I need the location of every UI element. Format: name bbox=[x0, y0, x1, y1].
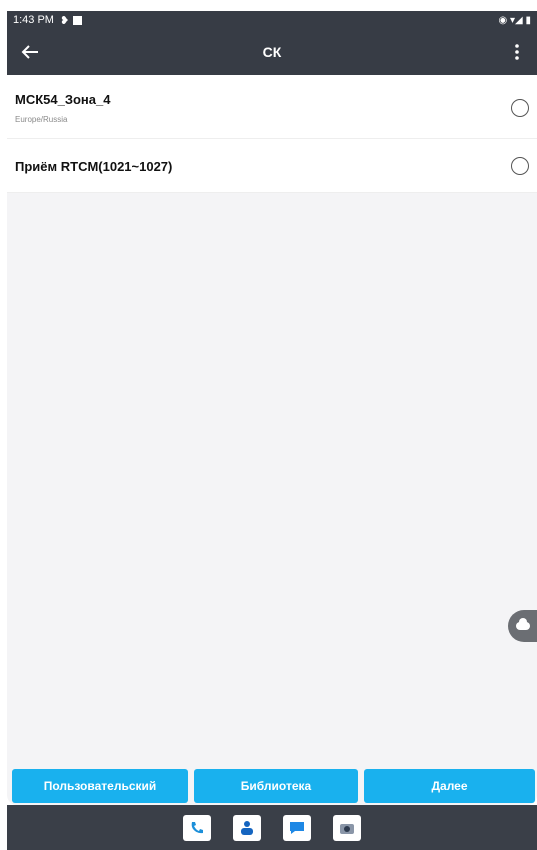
notification-square-icon bbox=[73, 15, 83, 25]
more-vert-icon[interactable] bbox=[497, 29, 537, 75]
camera-icon[interactable] bbox=[333, 814, 361, 841]
library-button[interactable]: Библиотека bbox=[194, 769, 358, 803]
phone-icon[interactable] bbox=[183, 814, 211, 841]
list-item-rtcm[interactable]: Приём RTCM(1021~1027) bbox=[7, 139, 537, 193]
messages-icon[interactable] bbox=[283, 814, 311, 841]
radio-button[interactable] bbox=[511, 99, 529, 117]
contacts-icon[interactable] bbox=[233, 814, 261, 841]
coordinate-system-list: МСК54_Зона_4 Europe/Russia Приём RTCM(10… bbox=[7, 75, 537, 770]
status-time: 1:43 PM bbox=[13, 14, 54, 26]
notification-icon: ❥ bbox=[59, 14, 70, 27]
list-item-label: МСК54_Зона_4 bbox=[15, 92, 111, 107]
app-screen: 1:43 PM ❥ ◉ ▾◢ ▮ СК МСК54_Зона_4 Europe/… bbox=[0, 0, 537, 850]
list-item-sublabel: Europe/Russia bbox=[15, 115, 68, 124]
cloud-icon[interactable] bbox=[508, 610, 537, 642]
bottom-button-bar: Пользовательский Библиотека Далее bbox=[7, 763, 537, 805]
status-right-icons: ◉ ▾◢ ▮ bbox=[498, 14, 532, 26]
cloud-shape bbox=[516, 618, 530, 630]
status-bar: 1:43 PM ❥ ◉ ▾◢ ▮ bbox=[7, 11, 537, 29]
app-bar: СК bbox=[7, 29, 537, 75]
radio-button[interactable] bbox=[511, 157, 529, 175]
system-nav-bar bbox=[7, 805, 537, 850]
next-button[interactable]: Далее bbox=[364, 769, 535, 803]
page-title: СК bbox=[262, 44, 282, 60]
list-item-msk54[interactable]: МСК54_Зона_4 Europe/Russia bbox=[7, 75, 537, 139]
list-item-label: Приём RTCM(1021~1027) bbox=[15, 159, 173, 174]
custom-button[interactable]: Пользовательский bbox=[12, 769, 188, 803]
arrow-back-icon[interactable] bbox=[7, 29, 53, 75]
